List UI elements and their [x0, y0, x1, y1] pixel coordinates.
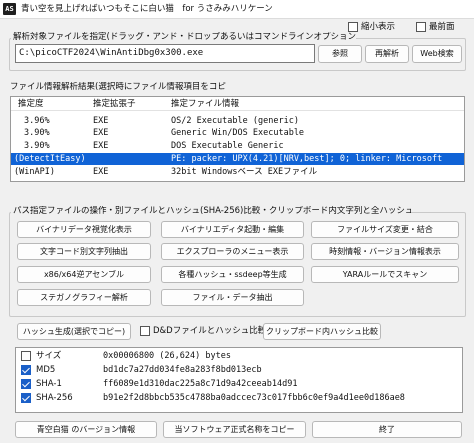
list-item[interactable]: (WinAPI) EXE 32bit Windowsベース EXEファイル [11, 166, 464, 178]
window-title: 青い空を見上げればいつもそこに白い猫 for うさみみハリケーン [21, 4, 273, 14]
analysis-label: ファイル情報解析結果(選択時にファイル情報項目をコピー) [8, 82, 226, 93]
dnd-compare-label: D&Dファイルとハッシュ比較 [153, 326, 267, 336]
hash-row-size[interactable]: サイズ 0x00006800 (26,624) bytes [16, 350, 462, 362]
version-info-button[interactable]: 青空白猫 のバージョン情報 [15, 421, 157, 438]
list-header: 推定度 推定拡張子 推定ファイル情報 [11, 98, 464, 111]
hash-row-sha256[interactable]: SHA-256 b91e2f2d8bbcb535c4788ba0adccec73… [16, 392, 462, 404]
sha1-checkbox[interactable] [21, 379, 31, 389]
file-path-input[interactable]: C:\picoCTF2024\WinAntiDbg0x300.exe [15, 44, 315, 63]
topmost-label: 最前面 [429, 22, 455, 32]
browse-button[interactable]: 参照 [318, 45, 362, 63]
copy-official-name-button[interactable]: 当ソフトウェア正式名称をコピー [163, 421, 306, 438]
list-item[interactable]: 3.90% EXE Generic Win/DOS Executable [11, 127, 464, 139]
binary-visualize-button[interactable]: バイナリデータ視覚化表示 [17, 221, 151, 238]
time-version-button[interactable]: 時刻情報・バージョン情報表示 [311, 243, 459, 260]
md5-checkbox[interactable] [21, 365, 31, 375]
hash-generate-button[interactable]: 各種ハッシュ・ssdeep等生成 [161, 266, 304, 283]
yara-scan-button[interactable]: YARAルールでスキャン [311, 266, 459, 283]
binary-editor-button[interactable]: バイナリエディタ起動・編集 [161, 221, 304, 238]
small-view-checkbox[interactable] [348, 22, 358, 32]
data-extract-button[interactable]: ファイル・データ抽出 [161, 289, 304, 306]
hash-row-sha1[interactable]: SHA-1 ff6089e1d310dac225a8c71d9a42ceeab1… [16, 378, 462, 390]
explorer-menu-button[interactable]: エクスプローラのメニュー表示 [161, 243, 304, 260]
small-view-label: 縮小表示 [361, 22, 396, 32]
tools-label: パス指定ファイルの操作・別ファイルとハッシュ(SHA-256)比較・クリップボー… [11, 206, 411, 217]
column-degree[interactable]: 推定度 [18, 98, 44, 110]
reanalyze-button[interactable]: 再解析 [365, 45, 409, 63]
column-info[interactable]: 推定ファイル情報 [171, 98, 239, 110]
sha256-checkbox[interactable] [21, 393, 31, 403]
file-size-button[interactable]: ファイルサイズ変更・結合 [311, 221, 459, 238]
hash-list[interactable]: サイズ 0x00006800 (26,624) bytes MD5 bd1dc7… [15, 347, 463, 413]
analysis-results-list[interactable]: 推定度 推定拡張子 推定ファイル情報 3.96% EXE OS/2 Execut… [10, 96, 465, 182]
steganography-button[interactable]: ステガノグラフィー解析 [17, 289, 151, 306]
target-file-label: 解析対象ファイルを指定(ドラッグ・アンド・ドロップあるいはコマンドラインオプショ… [11, 32, 356, 43]
list-item[interactable]: 3.90% EXE DOS Executable Generic [11, 140, 464, 152]
app-icon: AS [3, 3, 16, 15]
list-item[interactable]: 3.96% EXE OS/2 Executable (generic) [11, 115, 464, 127]
web-search-button[interactable]: Web検索 [412, 45, 462, 63]
hash-row-md5[interactable]: MD5 bd1dc7a27dd034fe8a283f8bd013ecb [16, 364, 462, 376]
exit-button[interactable]: 終了 [312, 421, 462, 438]
string-extract-button[interactable]: 文字コード別文字列抽出 [17, 243, 151, 260]
topmost-checkbox[interactable] [416, 22, 426, 32]
disassemble-button[interactable]: x86/x64逆アセンブル [17, 266, 151, 283]
size-checkbox[interactable] [21, 351, 31, 361]
hash-gen-copy-button[interactable]: ハッシュ生成(選択でコピー) [17, 323, 131, 340]
clipboard-compare-button[interactable]: クリップボード内ハッシュ比較 [263, 323, 381, 340]
column-extension[interactable]: 推定拡張子 [93, 98, 136, 110]
list-item-selected[interactable]: (DetectItEasy) PE: packer: UPX(4.21)[NRV… [11, 153, 464, 165]
dnd-compare-checkbox[interactable] [140, 326, 150, 336]
